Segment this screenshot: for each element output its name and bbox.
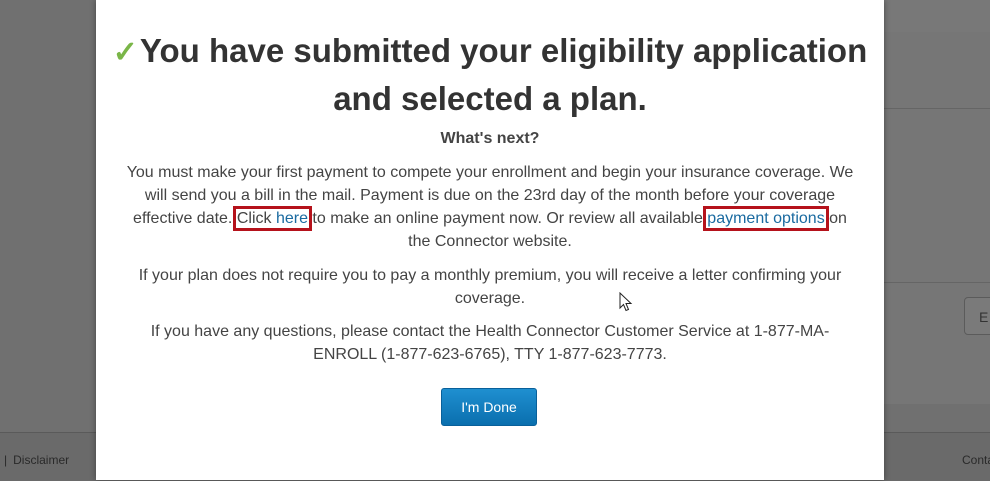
- payment-text-2: to make an online payment now. Or review…: [307, 210, 708, 227]
- click-here-highlight: Click here: [232, 206, 312, 231]
- background-button: E: [964, 297, 990, 335]
- im-done-button[interactable]: I'm Done: [441, 388, 537, 426]
- contact-link: Conta: [962, 453, 990, 467]
- mouse-cursor-icon: [619, 292, 633, 312]
- background-divider: [884, 108, 990, 109]
- confirmation-modal: ✓You have submitted your eligibility app…: [96, 0, 884, 480]
- background-divider: [884, 282, 990, 283]
- whats-next-heading: What's next?: [440, 130, 540, 147]
- disclaimer-link: Disclaimer: [13, 453, 70, 467]
- background-header-strip: [884, 0, 990, 33]
- modal-title-text: You have submitted your eligibility appl…: [139, 32, 868, 117]
- contact-info: If you have any questions, please contac…: [150, 323, 830, 363]
- footer-separator: |: [4, 453, 8, 467]
- checkmark-icon: ✓: [112, 36, 138, 69]
- footer-links: | Disclaimer: [4, 453, 69, 467]
- payment-options-link[interactable]: payment options: [703, 206, 829, 231]
- no-premium-note: If your plan does not require you to pay…: [138, 267, 842, 307]
- click-text: Click: [236, 210, 276, 227]
- background-panel: [884, 32, 990, 404]
- modal-title: ✓You have submitted your eligibility app…: [96, 28, 884, 122]
- click-here-link[interactable]: here: [276, 210, 308, 227]
- payment-instructions: You must make your first payment to comp…: [126, 161, 854, 253]
